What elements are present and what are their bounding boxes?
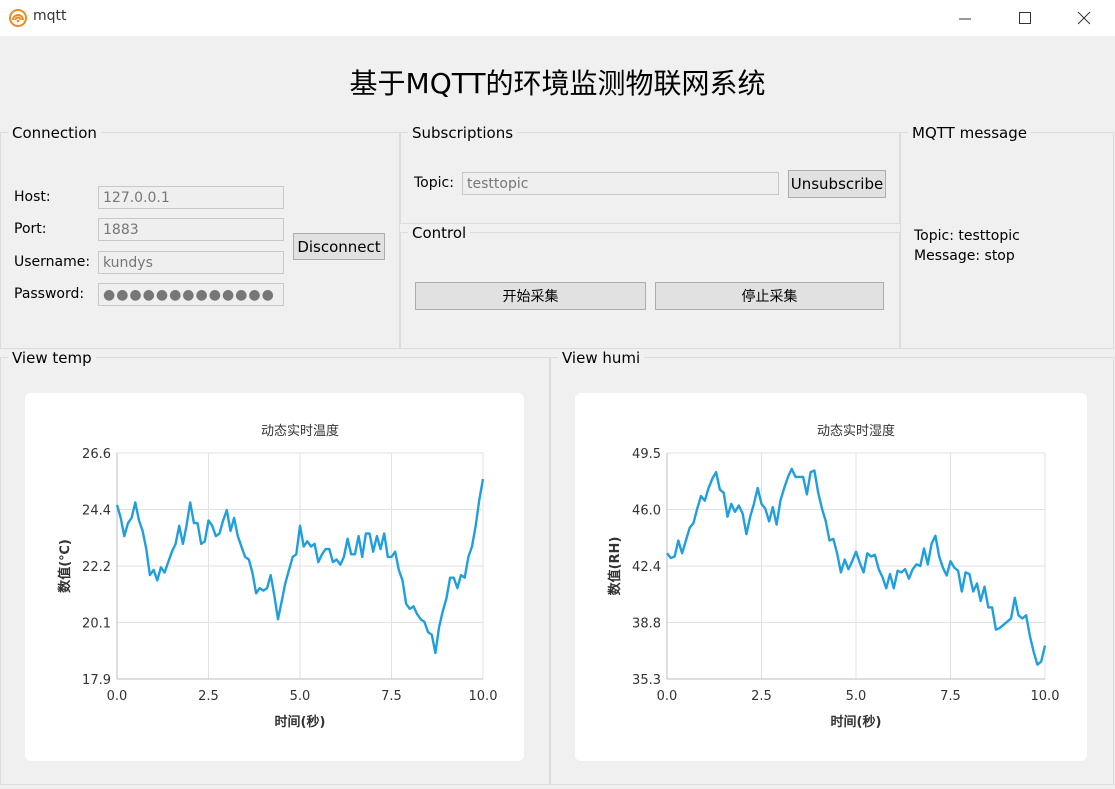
y-tick-label: 49.5	[632, 447, 661, 462]
maximize-icon	[1019, 12, 1031, 24]
minimize-icon	[959, 18, 971, 20]
y-tick-label: 24.4	[82, 504, 111, 519]
y-tick-label: 35.3	[632, 673, 661, 688]
maximize-button[interactable]	[1000, 0, 1050, 36]
x-tick-label: 2.5	[198, 689, 219, 704]
mqtt-app-icon	[8, 8, 28, 28]
y-axis-label: 数值(RH)	[607, 537, 623, 596]
x-axis-label: 时间(秒)	[275, 714, 326, 730]
close-button[interactable]	[1059, 0, 1109, 36]
x-axis-label: 时间(秒)	[831, 714, 882, 730]
y-tick-label: 46.0	[632, 504, 661, 519]
subscriptions-group-label: Subscriptions	[408, 124, 518, 142]
control-group-label: Control	[408, 224, 471, 242]
x-tick-label: 10.0	[1031, 689, 1060, 704]
minimize-button[interactable]	[940, 0, 990, 36]
x-tick-label: 5.0	[290, 689, 311, 704]
y-tick-label: 38.8	[632, 617, 661, 632]
y-tick-label: 42.4	[632, 560, 661, 575]
start-collect-button[interactable]: 开始采集	[415, 282, 646, 310]
unsubscribe-button[interactable]: Unsubscribe	[788, 170, 886, 198]
username-input[interactable]	[98, 251, 284, 274]
port-input[interactable]	[98, 218, 284, 241]
close-icon	[1077, 11, 1091, 25]
y-tick-label: 20.1	[82, 617, 111, 632]
window-title: mqtt	[33, 8, 67, 24]
topic-label: Topic:	[414, 175, 454, 191]
disconnect-button[interactable]: Disconnect	[293, 233, 385, 260]
x-tick-label: 0.0	[107, 689, 128, 704]
message-body-text: Message: stop	[914, 248, 1015, 264]
connection-group-label: Connection	[8, 124, 101, 142]
page-title: 基于MQTT的环境监测物联网系统	[349, 67, 766, 100]
temperature-chart: 动态实时温度 26.6 24.4 22.2 20.1 17.9 0.0 2.5 5.0 7.5 10…	[25, 393, 524, 761]
mqtt-message-group-label: MQTT message	[908, 124, 1031, 142]
topic-input[interactable]	[462, 172, 779, 195]
x-tick-label: 10.0	[469, 689, 498, 704]
humidity-chart: 动态实时湿度 49.5 46.0 42.4 38.8 35.3 0.0 2.5 5.0 7.5 10…	[575, 393, 1087, 761]
x-tick-label: 7.5	[381, 689, 402, 704]
view-humi-group-label: View humi	[558, 349, 645, 367]
password-input[interactable]	[98, 283, 284, 306]
x-tick-label: 2.5	[751, 689, 772, 704]
y-tick-label: 26.6	[82, 447, 111, 462]
port-label: Port:	[14, 221, 47, 237]
y-tick-label: 22.2	[82, 560, 111, 575]
host-label: Host:	[14, 189, 51, 205]
x-tick-label: 0.0	[657, 689, 678, 704]
temperature-chart-svg: 动态实时温度 26.6 24.4 22.2 20.1 17.90.0 2.5 5.0 7.5 10…	[57, 423, 498, 730]
y-axis-label: 数值(℃)	[57, 539, 73, 593]
humidity-chart-svg: 动态实时湿度 49.5 46.0 42.4 38.8 35.30.0 2.5 5.0 7.5 10…	[607, 423, 1060, 730]
x-tick-label: 5.0	[846, 689, 867, 704]
x-tick-label: 7.5	[940, 689, 961, 704]
username-label: Username:	[14, 254, 91, 270]
password-label: Password:	[14, 286, 85, 302]
stop-collect-button[interactable]: 停止采集	[655, 282, 884, 310]
message-topic-text: Topic: testtopic	[914, 228, 1020, 244]
chart-title: 动态实时温度	[261, 423, 339, 439]
view-temp-group-label: View temp	[8, 349, 96, 367]
title-bar: mqtt	[0, 0, 1115, 36]
chart-title: 动态实时湿度	[817, 423, 895, 439]
host-input[interactable]	[98, 186, 284, 209]
y-tick-label: 17.9	[82, 673, 111, 688]
